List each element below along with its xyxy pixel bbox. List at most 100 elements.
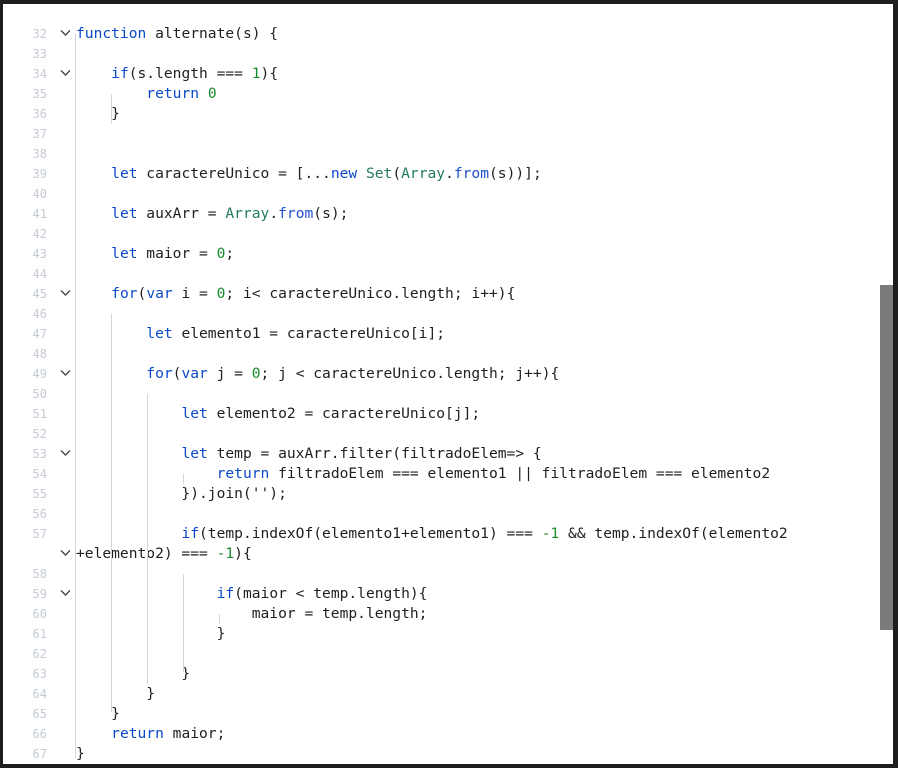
code-line[interactable]: 60 maior = temp.length;	[3, 604, 879, 624]
code-line[interactable]: 50	[3, 384, 879, 404]
code-token: let	[146, 325, 173, 342]
line-number: 37	[32, 127, 47, 141]
code-line[interactable]: 44	[3, 264, 879, 284]
code-line[interactable]: 59 if(maior < temp.length){	[3, 584, 879, 604]
code-token: && temp.indexOf(elemento2	[559, 525, 788, 542]
code-line[interactable]: 47 let elemento1 = caractereUnico[i];	[3, 324, 879, 344]
line-number: 56	[32, 507, 47, 521]
scrollbar-thumb[interactable]	[880, 285, 894, 630]
line-number: 62	[32, 647, 47, 661]
code-line[interactable]: 38	[3, 144, 879, 164]
code-line[interactable]: 53 let temp = auxArr.filter(filtradoElem…	[3, 444, 879, 464]
code-token: }	[76, 685, 156, 702]
code-line[interactable]: 42	[3, 224, 879, 244]
code-token: ; i< caractereUnico.length; i++){	[225, 285, 516, 302]
code-line[interactable]: 43 let maior = 0;	[3, 244, 879, 264]
fold-chevron-icon[interactable]	[56, 25, 74, 43]
code-line[interactable]: 37	[3, 124, 879, 144]
code-token: -1	[216, 545, 235, 562]
code-line[interactable]: 65 }	[3, 704, 879, 724]
code-line[interactable]: 46	[3, 304, 879, 324]
indent-guide	[75, 34, 76, 758]
line-number: 41	[32, 207, 47, 221]
code-token: maior = temp.length;	[76, 605, 428, 622]
code-line[interactable]: 40	[3, 184, 879, 204]
fold-chevron-icon[interactable]	[56, 65, 74, 83]
line-number: 49	[32, 367, 47, 381]
code-token: if	[216, 585, 235, 602]
code-text: return 0	[76, 84, 217, 104]
code-line[interactable]: 35 return 0	[3, 84, 879, 104]
code-line[interactable]: 55 }).join('');	[3, 484, 879, 504]
code-line[interactable]: 36 }	[3, 104, 879, 124]
code-line[interactable]: 62	[3, 644, 879, 664]
fold-chevron-icon[interactable]	[56, 585, 74, 603]
code-line[interactable]: 51 let elemento2 = caractereUnico[j];	[3, 404, 879, 424]
code-text: +elemento2) === -1){	[76, 544, 252, 564]
code-token: (	[137, 285, 147, 302]
code-line[interactable]: +elemento2) === -1){	[3, 544, 879, 564]
line-number: 39	[32, 167, 47, 181]
line-number: 34	[32, 67, 47, 81]
line-number: 46	[32, 307, 47, 321]
line-number: 50	[32, 387, 47, 401]
code-line[interactable]: 45 for(var i = 0; i< caractereUnico.leng…	[3, 284, 879, 304]
fold-chevron-icon[interactable]	[56, 365, 74, 383]
code-line[interactable]: 61 }	[3, 624, 879, 644]
indent-guide	[219, 614, 220, 624]
code-token: }	[76, 625, 226, 642]
code-line[interactable]: 54 return filtradoElem === elemento1 || …	[3, 464, 879, 484]
line-number: 48	[32, 347, 47, 361]
code-line[interactable]: 57 if(temp.indexOf(elemento1+elemento1) …	[3, 524, 879, 544]
code-text: }).join('');	[76, 484, 286, 504]
line-number: 40	[32, 187, 47, 201]
code-line[interactable]: 33	[3, 44, 879, 64]
code-token: }	[76, 745, 85, 762]
code-token: -1	[541, 525, 560, 542]
code-editor[interactable]: 32 function alternate(s) {33 34 if(s.lengt…	[3, 4, 894, 764]
code-line[interactable]: 64 }	[3, 684, 879, 704]
code-line[interactable]: 49 for(var j = 0; j < caractereUnico.len…	[3, 364, 879, 384]
line-number: 45	[32, 287, 47, 301]
code-line[interactable]: 52	[3, 424, 879, 444]
code-line[interactable]: 34 if(s.length === 1){	[3, 64, 879, 84]
code-line[interactable]: 39 let caractereUnico = [...new Set(Arra…	[3, 164, 879, 184]
code-token: 0	[207, 85, 217, 102]
line-number: 61	[32, 627, 47, 641]
code-text: }	[76, 624, 226, 644]
code-token: return	[146, 85, 200, 102]
code-token: auxArr =	[137, 205, 226, 222]
code-line[interactable]: 63 }	[3, 664, 879, 684]
indent-guide	[111, 314, 112, 712]
code-token: (temp.indexOf(elemento1+elemento1) ===	[199, 525, 542, 542]
line-number: 67	[32, 747, 47, 761]
line-number: 43	[32, 247, 47, 261]
line-number: 35	[32, 87, 47, 101]
code-line[interactable]: 32 function alternate(s) {	[3, 24, 879, 44]
code-line[interactable]: 67}	[3, 744, 879, 764]
code-text: return maior;	[76, 724, 225, 744]
fold-chevron-icon[interactable]	[56, 545, 74, 563]
code-text: }	[76, 744, 85, 764]
fold-chevron-icon[interactable]	[56, 285, 74, 303]
code-line[interactable]: 56	[3, 504, 879, 524]
code-token: (	[392, 165, 402, 182]
line-number: 60	[32, 607, 47, 621]
code-token: (s.length ===	[128, 65, 252, 82]
fold-chevron-icon[interactable]	[56, 445, 74, 463]
code-token: ){	[234, 545, 252, 562]
code-line[interactable]: 48	[3, 344, 879, 364]
indent-guide	[147, 394, 148, 684]
code-text: maior = temp.length;	[76, 604, 428, 624]
code-token: from	[453, 165, 490, 182]
line-number: 59	[32, 587, 47, 601]
code-line[interactable]: 66 return maior;	[3, 724, 879, 744]
code-line[interactable]: 58	[3, 564, 879, 584]
line-number: 53	[32, 447, 47, 461]
code-line[interactable]: 41 let auxArr = Array.from(s);	[3, 204, 879, 224]
